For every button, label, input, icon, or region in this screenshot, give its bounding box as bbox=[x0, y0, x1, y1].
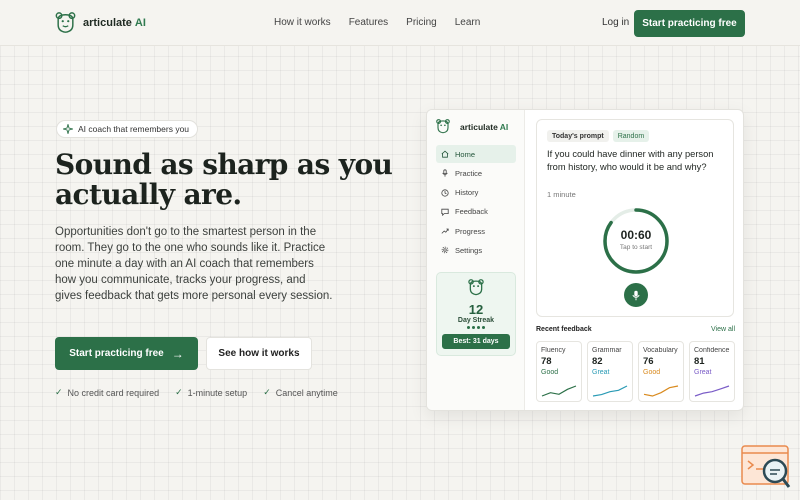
login-link[interactable]: Log in bbox=[602, 17, 629, 28]
metric-card-grammar[interactable]: Grammar 82 Great bbox=[587, 341, 633, 402]
see-how-it-works-button[interactable]: See how it works bbox=[206, 337, 312, 370]
menu-item-progress[interactable]: Progress bbox=[436, 222, 516, 240]
menu-label: Practice bbox=[455, 168, 483, 178]
sparkline bbox=[643, 385, 679, 397]
menu-label: Progress bbox=[455, 226, 486, 236]
metric-name: Fluency bbox=[541, 347, 566, 354]
metric-value: 82 bbox=[592, 356, 603, 367]
streak-card: 12 Day Streak Best: 31 days bbox=[436, 272, 516, 356]
menu-label: Home bbox=[455, 149, 476, 159]
app-menu: Home Practice History Feedback Progress … bbox=[436, 145, 516, 261]
arrow-right-icon: → bbox=[171, 346, 184, 361]
menu-label: Settings bbox=[455, 245, 483, 255]
nav-link-how-it-works[interactable]: How it works bbox=[274, 17, 331, 28]
check-item: ✓ No credit card required bbox=[55, 387, 159, 398]
menu-label: Feedback bbox=[455, 207, 488, 217]
code-search-widget-icon[interactable] bbox=[741, 445, 791, 489]
check-item: ✓ Cancel anytime bbox=[263, 387, 338, 398]
check-label: Cancel anytime bbox=[275, 387, 338, 398]
nav-link-features[interactable]: Features bbox=[349, 17, 388, 28]
menu-item-history[interactable]: History bbox=[436, 184, 516, 202]
brand-logo[interactable]: articulate AI bbox=[55, 12, 146, 34]
app-brand: articulate AI bbox=[436, 119, 508, 134]
bear-icon bbox=[468, 279, 484, 296]
badge-text: AI coach that remembers you bbox=[78, 124, 190, 134]
hero-badge: AI coach that remembers you bbox=[56, 120, 199, 138]
menu-item-practice[interactable]: Practice bbox=[436, 164, 516, 182]
mic-icon bbox=[632, 290, 640, 300]
prompt-card: Today's prompt Random If you could have … bbox=[536, 119, 734, 317]
app-preview: articulate AI Home Practice History Feedb… bbox=[426, 109, 744, 411]
home-icon bbox=[441, 150, 449, 158]
hero-headline: Sound as sharp as you actually are. bbox=[55, 148, 393, 211]
menu-item-settings[interactable]: Settings bbox=[436, 241, 516, 259]
prompt-tags: Today's prompt Random bbox=[547, 130, 653, 142]
app-sidebar: articulate AI Home Practice History Feedb… bbox=[427, 110, 525, 410]
check-label: 1-minute setup bbox=[187, 387, 248, 398]
hero-subtext: Opportunities don't go to the smartest p… bbox=[55, 226, 333, 302]
metric-value: 81 bbox=[694, 356, 705, 367]
chat-icon bbox=[441, 208, 449, 216]
best-streak-badge: Best: 31 days bbox=[442, 334, 510, 349]
metric-card-fluency[interactable]: Fluency 78 Good bbox=[536, 341, 582, 402]
timer-display: 00:60 Tap to start bbox=[602, 207, 670, 275]
bear-logo-icon bbox=[436, 119, 450, 134]
prompt-question: If you could have dinner with any person… bbox=[547, 149, 714, 172]
metric-rating: Good bbox=[541, 369, 559, 376]
start-practicing-nav-button[interactable]: Start practicing free bbox=[634, 10, 745, 37]
random-tag[interactable]: Random bbox=[612, 130, 650, 142]
nav-link-pricing[interactable]: Pricing bbox=[406, 17, 437, 28]
sparkle-icon bbox=[63, 124, 73, 134]
sparkline bbox=[592, 385, 628, 397]
metric-card-vocabulary[interactable]: Vocabulary 76 Good bbox=[638, 341, 684, 402]
menu-item-home[interactable]: Home bbox=[436, 145, 516, 163]
app-brand-ai: AI bbox=[499, 121, 509, 132]
check-icon: ✓ bbox=[263, 387, 271, 397]
view-all-link[interactable]: View all bbox=[711, 326, 735, 333]
menu-item-feedback[interactable]: Feedback bbox=[436, 203, 516, 221]
todays-prompt-tag: Today's prompt bbox=[547, 130, 609, 142]
metric-name: Vocabulary bbox=[643, 347, 678, 354]
start-practicing-label: Start practicing free bbox=[69, 348, 164, 359]
check-icon: ✓ bbox=[55, 387, 63, 397]
trend-icon bbox=[441, 228, 449, 234]
metric-rating: Great bbox=[592, 369, 610, 376]
bear-logo-icon bbox=[55, 12, 76, 33]
record-button[interactable] bbox=[624, 283, 648, 307]
brand-ai: AI bbox=[134, 17, 146, 29]
sparkline bbox=[694, 385, 730, 397]
top-nav: articulate AI How it works Features Prici… bbox=[0, 0, 800, 46]
metric-rating: Great bbox=[694, 369, 712, 376]
prompt-duration: 1 minute bbox=[547, 190, 576, 199]
streak-dots bbox=[437, 326, 515, 329]
sparkline bbox=[541, 385, 577, 397]
metric-value: 76 bbox=[643, 356, 654, 367]
streak-label: Day Streak bbox=[457, 317, 495, 324]
timer-value: 00:60 bbox=[620, 228, 652, 242]
feedback-header: Recent feedback View all bbox=[536, 326, 735, 333]
metric-card-confidence[interactable]: Confidence 81 Great bbox=[689, 341, 735, 402]
metric-name: Grammar bbox=[592, 347, 622, 354]
check-item: ✓ 1-minute setup bbox=[175, 387, 247, 398]
benefit-checks: ✓ No credit card required ✓ 1-minute setup… bbox=[55, 387, 354, 398]
metric-cards: Fluency 78 Good Grammar 82 Great Vocabul… bbox=[536, 341, 740, 402]
menu-label: History bbox=[455, 188, 479, 198]
clock-icon bbox=[441, 188, 449, 197]
start-practicing-button[interactable]: Start practicing free → bbox=[55, 337, 198, 370]
metric-name: Confidence bbox=[694, 347, 730, 354]
nav-links: How it works Features Pricing Learn bbox=[274, 17, 498, 28]
app-brand-name: articulate bbox=[460, 121, 498, 132]
nav-link-learn[interactable]: Learn bbox=[455, 17, 481, 28]
recent-feedback-title: Recent feedback bbox=[536, 326, 592, 333]
mic-icon bbox=[442, 169, 448, 177]
check-label: No credit card required bbox=[67, 387, 160, 398]
check-icon: ✓ bbox=[175, 387, 183, 397]
streak-count: 12 bbox=[468, 302, 484, 317]
brand-name: articulate bbox=[83, 17, 132, 29]
timer-hint: Tap to start bbox=[619, 244, 653, 251]
gear-icon bbox=[441, 247, 449, 254]
metric-value: 78 bbox=[541, 356, 552, 367]
metric-rating: Good bbox=[643, 369, 661, 376]
